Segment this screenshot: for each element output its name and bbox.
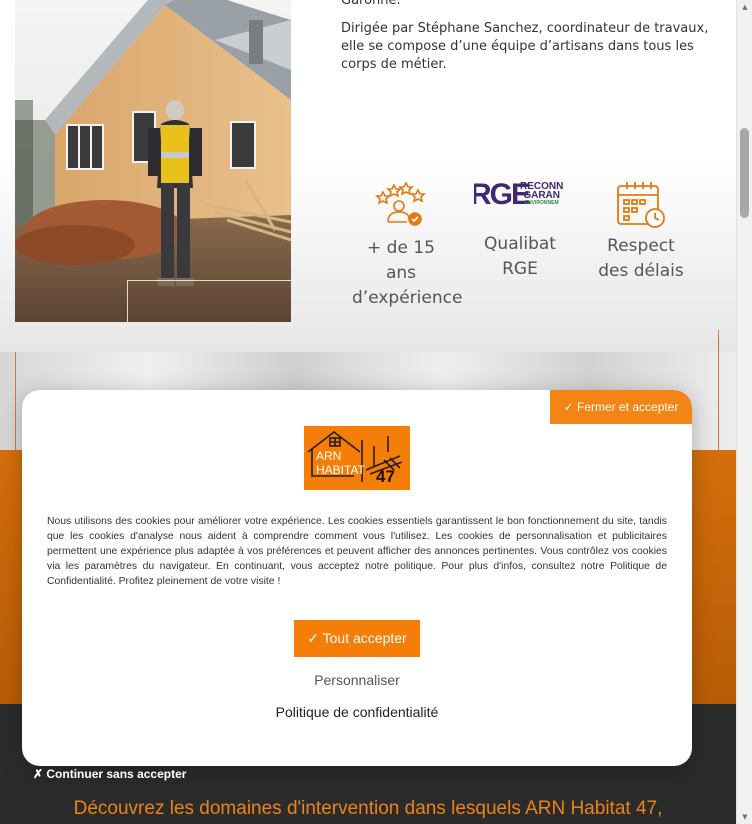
continue-without-accepting-button[interactable]: ✗ Continuer sans accepter — [33, 767, 186, 781]
rge-logo-line-3: ENVIRONNEM — [524, 200, 559, 206]
close-and-accept-button[interactable]: ✓ Fermer et accepter — [550, 390, 692, 424]
cookie-consent-modal: ✓ Fermer et accepter ARN HABITAT 47 Nous — [22, 390, 692, 766]
feature-rge: RGE RECONN GARAN ENVIRONNEM Qualibat RGE — [474, 180, 566, 282]
feature-experience: + de 15 ans d’expérience — [352, 182, 463, 311]
experience-rating-icon — [375, 182, 426, 226]
logo-text-arn: ARN — [316, 449, 341, 463]
vertical-scrollbar[interactable]: ▲ ▼ — [736, 0, 752, 824]
cookie-consent-text: Nous utilisons des cookies pour améliore… — [47, 516, 667, 587]
intro-text: Garonne. Dirigée par Stéphane Sanchez, c… — [341, 0, 711, 84]
calendar-clock-icon — [617, 182, 665, 228]
feature-deadlines: Respect des délais — [594, 180, 688, 284]
rge-logo-small-text: RECONN GARAN ENVIRONNEM — [520, 182, 563, 207]
feature-deadlines-label: Respect des délais — [598, 236, 684, 281]
arn-habitat-logo: ARN HABITAT 47 — [304, 426, 410, 490]
privacy-policy-link[interactable]: Politique de confidentialité — [22, 704, 692, 720]
rge-logo: RGE RECONN GARAN ENVIRONNEM — [474, 180, 566, 212]
logo-text-habitat: HABITAT — [316, 463, 366, 477]
logo-text-47: 47 — [376, 467, 395, 486]
house-construction-photo — [15, 0, 291, 322]
scrollbar-thumb[interactable] — [740, 128, 749, 218]
photo-frame-decoration — [127, 280, 291, 322]
scroll-up-arrow-icon[interactable]: ▲ — [737, 0, 752, 14]
scroll-down-arrow-icon[interactable]: ▼ — [737, 810, 752, 824]
decorative-line-left — [15, 352, 16, 450]
intro-paragraph: Dirigée par Stéphane Sanchez, coordinate… — [341, 21, 709, 72]
intro-partial-line: Garonne. — [341, 0, 401, 8]
feature-rge-label: Qualibat RGE — [484, 234, 556, 279]
feature-experience-label: + de 15 ans d’expérience — [352, 238, 463, 308]
decorative-line-right — [718, 330, 719, 450]
accept-all-button[interactable]: ✓ Tout accepter — [294, 620, 420, 657]
customize-button[interactable]: Personnaliser — [22, 672, 692, 688]
rge-logo-line-2: GARAN — [523, 190, 560, 201]
domains-heading: Découvrez les domaines d'intervention da… — [73, 798, 663, 819]
